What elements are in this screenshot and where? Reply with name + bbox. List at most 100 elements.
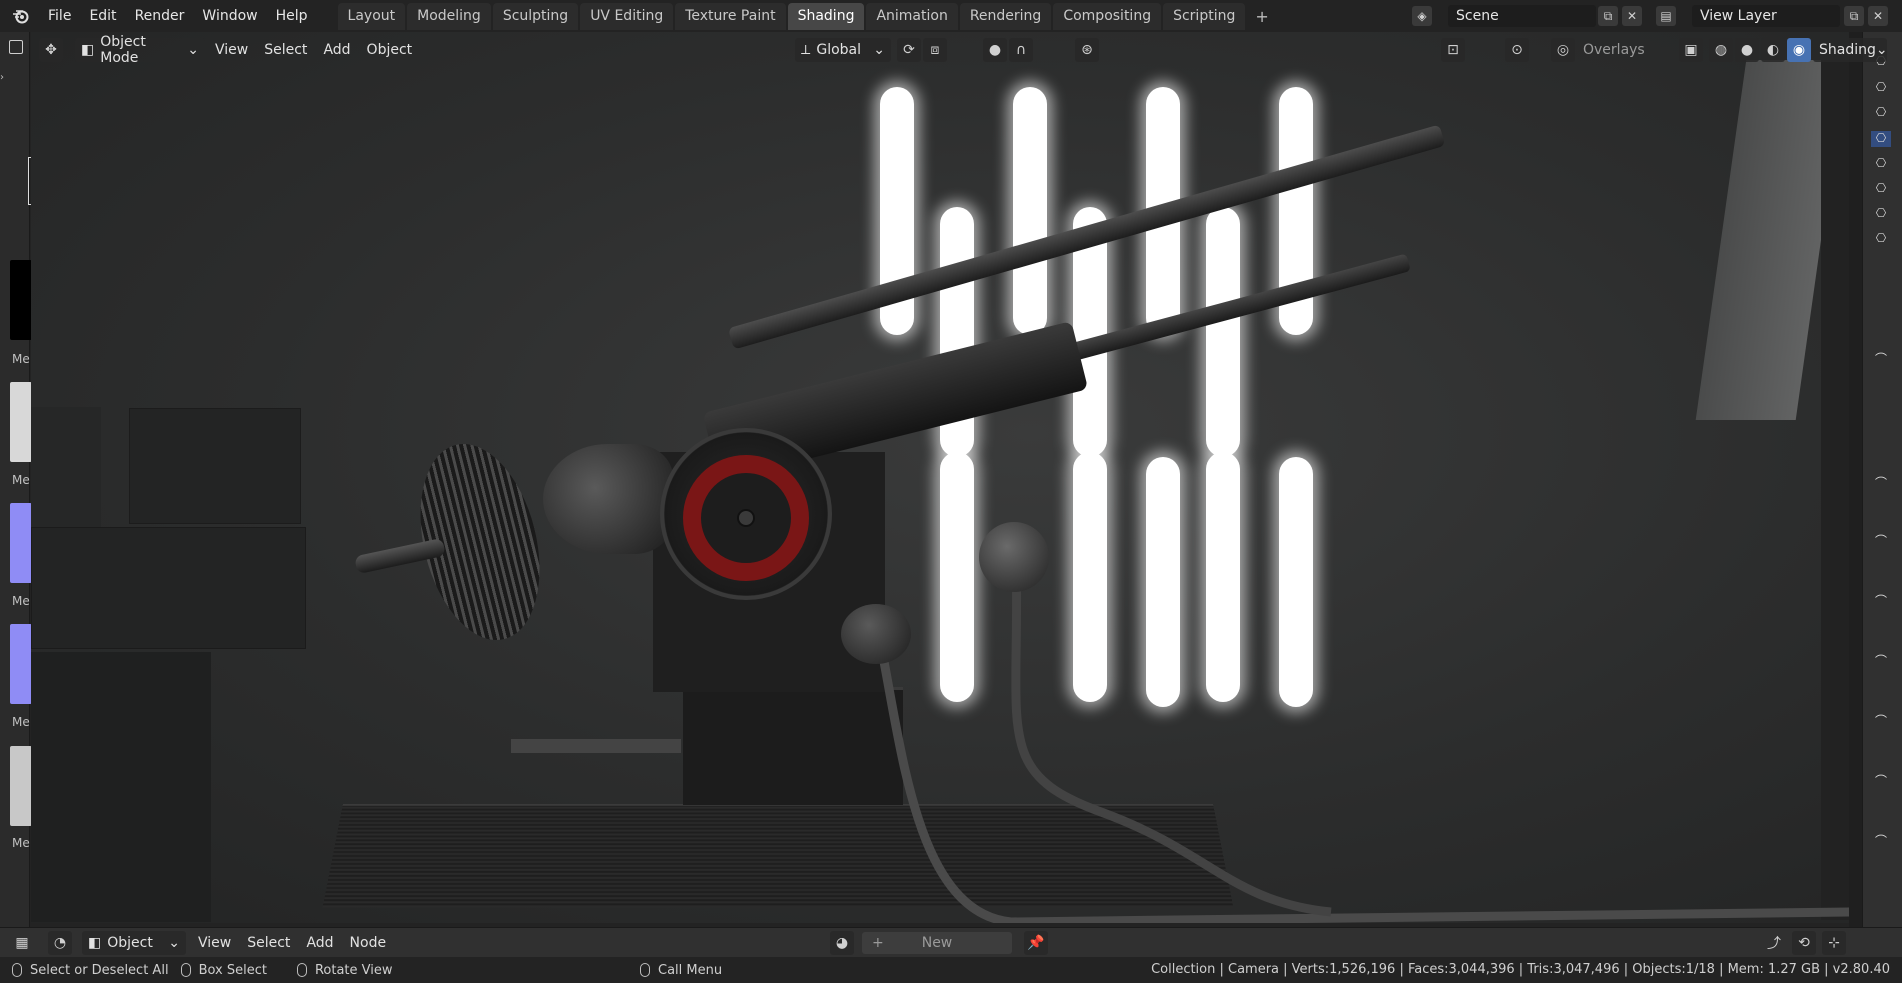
thumbnail-label-2: Me	[12, 473, 30, 487]
node-menu-select[interactable]: Select	[239, 935, 298, 951]
menu-file[interactable]: File	[40, 4, 79, 28]
node-object-dropdown[interactable]: ◧ Object ⌄	[82, 930, 186, 955]
menu-window[interactable]: Window	[194, 4, 265, 28]
outliner-strip: ⎔ ⎔ ⎔ ⎔ ⎔ ⎔ ⎔ ⎔ ⌒ ⌒ ⌒ ⌒ ⌒ ⌒ ⌒ ⌒	[1862, 32, 1902, 934]
menu-edit[interactable]: Edit	[81, 4, 124, 28]
eye-icon[interactable]: ⌒	[1871, 592, 1891, 608]
view-layer-name-field[interactable]: View Layer	[1692, 5, 1840, 27]
solid-shading-icon[interactable]: ●	[1735, 38, 1759, 62]
gizmo-toggle-icon[interactable]: ⊙	[1505, 38, 1529, 62]
chevron-down-icon: ⌄	[187, 42, 199, 58]
thumbnail-label-4: Me	[12, 715, 30, 729]
tab-layout[interactable]: Layout	[337, 2, 406, 30]
scene-statistics: Collection | Camera | Verts:1,526,196 | …	[1151, 962, 1890, 977]
view-layer-browse-icon[interactable]: ▤	[1656, 6, 1676, 26]
pin-icon[interactable]: 📌	[1024, 931, 1048, 955]
top-bar: File Edit Render Window Help Layout Mode…	[0, 0, 1902, 32]
camera-icon[interactable]: ⎔	[1871, 206, 1891, 222]
folder-icon[interactable]	[9, 40, 23, 54]
rendered-shading-icon[interactable]: ◉	[1787, 38, 1811, 62]
snap-icon[interactable]: ⧈	[923, 38, 947, 62]
overlays-icon[interactable]: ◎	[1551, 38, 1575, 62]
material-shading-icon[interactable]: ◐	[1761, 38, 1785, 62]
menu-help[interactable]: Help	[268, 4, 316, 28]
thumbnail-label-3: Me	[12, 594, 30, 608]
thumbnail-1[interactable]	[10, 260, 32, 340]
thumbnail-label-1: Me	[12, 352, 30, 366]
visibility-filter-icon[interactable]: ⊡	[1441, 38, 1465, 62]
node-snap-element-icon[interactable]: ⊹	[1822, 931, 1846, 955]
plus-icon: +	[872, 935, 884, 951]
thumbnail-5[interactable]	[10, 746, 32, 826]
expand-arrow-icon[interactable]: ›	[0, 72, 10, 88]
proportional-edit-icon[interactable]: ●	[983, 38, 1007, 62]
new-material-button[interactable]: + New	[862, 932, 1012, 954]
thumbnail-2[interactable]	[10, 382, 32, 462]
eye-icon[interactable]: ⌒	[1871, 350, 1891, 366]
eye-icon[interactable]: ⌒	[1871, 712, 1891, 728]
tab-scripting[interactable]: Scripting	[1163, 2, 1246, 30]
thumbnail-4[interactable]	[10, 624, 32, 704]
tab-modeling[interactable]: Modeling	[407, 2, 491, 30]
camera-icon[interactable]: ⎔	[1871, 105, 1891, 121]
parent-node-icon[interactable]: ⤴	[1762, 931, 1786, 955]
menu-select[interactable]: Select	[258, 38, 313, 62]
menu-object[interactable]: Object	[361, 38, 419, 62]
node-menu-add[interactable]: Add	[298, 935, 341, 951]
wireframe-shading-icon[interactable]: ◍	[1709, 38, 1733, 62]
scene-browse-icon[interactable]: ◈	[1412, 6, 1432, 26]
camera-icon[interactable]: ⎔	[1871, 80, 1891, 96]
hose-joint	[841, 604, 911, 664]
hint-rotate: Rotate View	[296, 963, 393, 978]
transform-tool-icon[interactable]: ✥	[39, 38, 63, 62]
camera-icon[interactable]: ⎔	[1871, 131, 1891, 147]
menu-render[interactable]: Render	[127, 4, 193, 28]
editor-type-icon[interactable]: ▦	[10, 931, 34, 955]
add-workspace-icon[interactable]: +	[1247, 3, 1276, 30]
camera-icon[interactable]: ⎔	[1871, 181, 1891, 197]
eye-icon[interactable]: ⌒	[1871, 652, 1891, 668]
menu-add[interactable]: Add	[317, 38, 356, 62]
orientation-dropdown[interactable]: ⟂ Global ⌄	[795, 38, 891, 62]
snap-node-icon[interactable]: ⟲	[1792, 931, 1816, 955]
pivot-icon[interactable]: ⟳	[897, 38, 921, 62]
scene-close-icon[interactable]: ✕	[1622, 6, 1642, 26]
shader-type-icon[interactable]: ◔	[48, 930, 72, 955]
view-layer-close-icon[interactable]: ✕	[1868, 6, 1888, 26]
scene-duplicate-icon[interactable]: ⧉	[1598, 6, 1618, 26]
hose-lines	[511, 551, 1849, 923]
3d-viewport[interactable]	[31, 32, 1849, 923]
blender-logo-icon[interactable]	[8, 0, 34, 32]
eye-icon[interactable]: ⌒	[1871, 772, 1891, 788]
node-menu-view[interactable]: View	[190, 935, 239, 951]
scene-name-field[interactable]: Scene	[1448, 5, 1596, 27]
tab-uv-editing[interactable]: UV Editing	[580, 2, 674, 30]
tab-shading[interactable]: Shading	[787, 2, 865, 30]
mode-dropdown[interactable]: ◧ Object Mode ⌄	[75, 34, 205, 66]
tab-compositing[interactable]: Compositing	[1053, 2, 1162, 30]
shading-dropdown[interactable]: Shading ⌄	[1813, 38, 1888, 62]
material-sphere-icon[interactable]: ◕	[830, 931, 854, 955]
status-bar: Select or Deselect All Box Select Rotate…	[0, 957, 1902, 983]
node-menu-node[interactable]: Node	[342, 935, 395, 951]
chevron-down-icon: ⌄	[873, 42, 885, 58]
mouse-left-icon	[12, 963, 22, 977]
eye-icon[interactable]: ⌒	[1871, 532, 1891, 548]
camera-icon[interactable]: ⎔	[1871, 231, 1891, 247]
tab-animation[interactable]: Animation	[866, 2, 958, 30]
thumbnail-3[interactable]	[10, 503, 32, 583]
view-layer-duplicate-icon[interactable]: ⧉	[1844, 6, 1864, 26]
workspace-tabs: Layout Modeling Sculpting UV Editing Tex…	[337, 2, 1277, 30]
eye-icon[interactable]: ⌒	[1871, 474, 1891, 490]
menu-view[interactable]: View	[209, 38, 254, 62]
falloff-icon[interactable]: ∩	[1009, 38, 1033, 62]
eye-icon[interactable]: ⌒	[1871, 832, 1891, 848]
overlays-dropdown[interactable]: Overlays	[1577, 38, 1651, 62]
camera-icon[interactable]: ⎔	[1871, 156, 1891, 172]
tab-rendering[interactable]: Rendering	[959, 2, 1052, 30]
tab-texture-paint[interactable]: Texture Paint	[675, 2, 786, 30]
tab-sculpting[interactable]: Sculpting	[492, 2, 579, 30]
xray-icon[interactable]: ▣	[1679, 38, 1703, 62]
gizmo-icon[interactable]: ⊛	[1075, 38, 1099, 62]
object-icon: ◧	[88, 934, 102, 951]
